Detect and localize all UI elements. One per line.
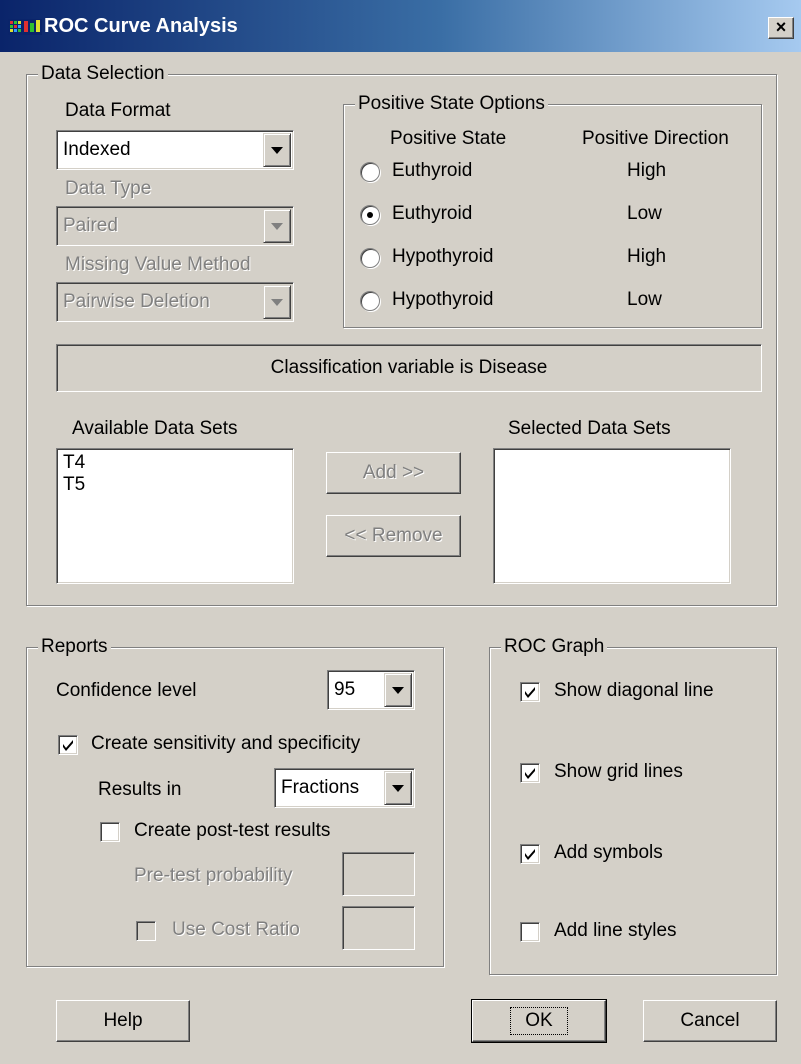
missing-value-label: Missing Value Method bbox=[65, 254, 251, 275]
window-title: ROC Curve Analysis bbox=[44, 15, 238, 37]
radio-label-state[interactable]: Hypothyroid bbox=[392, 246, 493, 268]
data-format-combo[interactable]: Indexed bbox=[56, 130, 294, 170]
create-post-test-label[interactable]: Create post-test results bbox=[134, 820, 330, 842]
radio-label-state[interactable]: Euthyroid bbox=[392, 160, 472, 182]
list-item[interactable]: T4 bbox=[63, 452, 85, 474]
remove-button[interactable]: << Remove bbox=[326, 515, 461, 557]
radio-label-direction: High bbox=[627, 160, 667, 181]
help-button-label: Help bbox=[103, 1010, 143, 1031]
radio-hypothyroid-high[interactable] bbox=[360, 248, 380, 268]
results-in-combo[interactable]: Fractions bbox=[274, 768, 415, 808]
radio-label-direction: Low bbox=[627, 289, 662, 310]
confidence-level-combo[interactable]: 95 bbox=[327, 670, 415, 710]
radio-label-state[interactable]: Hypothyroid bbox=[392, 289, 493, 311]
selected-data-sets-label: Selected Data Sets bbox=[508, 418, 671, 439]
positive-state-header: Positive State bbox=[390, 128, 507, 149]
radio-euthyroid-low[interactable] bbox=[360, 205, 380, 225]
title-bar: ROC Curve Analysis × bbox=[0, 0, 801, 52]
confidence-level-label: Confidence level bbox=[56, 680, 197, 701]
show-diagonal-checkbox[interactable] bbox=[520, 682, 540, 702]
data-type-label: Data Type bbox=[65, 178, 152, 199]
radio-hypothyroid-low[interactable] bbox=[360, 291, 380, 311]
radio-label-state[interactable]: Euthyroid bbox=[392, 203, 472, 225]
use-cost-ratio-checkbox bbox=[136, 921, 156, 941]
confidence-dropdown-button[interactable] bbox=[384, 673, 412, 707]
add-line-styles-label[interactable]: Add line styles bbox=[554, 920, 677, 942]
dropdown-arrow-icon bbox=[271, 223, 283, 230]
add-line-styles-checkbox[interactable] bbox=[520, 922, 540, 942]
data-type-dropdown-button bbox=[263, 209, 291, 243]
dropdown-arrow-icon bbox=[392, 785, 404, 792]
checkmark-icon bbox=[525, 687, 535, 698]
close-icon: × bbox=[775, 17, 787, 37]
show-grid-label[interactable]: Show grid lines bbox=[554, 761, 683, 783]
create-sens-spec-label[interactable]: Create sensitivity and specificity bbox=[91, 733, 360, 755]
radio-dot-icon bbox=[367, 212, 373, 218]
checkmark-icon bbox=[63, 740, 73, 751]
confidence-level-value: 95 bbox=[334, 679, 356, 700]
radio-euthyroid-high[interactable] bbox=[360, 162, 380, 182]
add-button[interactable]: Add >> bbox=[326, 452, 461, 494]
missing-value-value: Pairwise Deletion bbox=[63, 291, 210, 312]
dropdown-arrow-icon bbox=[392, 687, 404, 694]
dropdown-arrow-icon bbox=[271, 147, 283, 154]
pretest-probability-field bbox=[342, 852, 415, 896]
results-in-dropdown-button[interactable] bbox=[384, 771, 412, 805]
cancel-button-label: Cancel bbox=[680, 1010, 740, 1031]
data-format-label: Data Format bbox=[65, 100, 171, 121]
close-button[interactable]: × bbox=[768, 17, 794, 39]
checkmark-icon bbox=[525, 849, 535, 860]
data-type-combo: Paired bbox=[56, 206, 294, 246]
classification-text: Classification variable is Disease bbox=[270, 357, 548, 378]
cancel-button[interactable]: Cancel bbox=[643, 1000, 777, 1042]
pretest-probability-label: Pre-test probability bbox=[134, 865, 293, 886]
positive-direction-header: Positive Direction bbox=[582, 128, 729, 149]
create-sens-spec-checkbox[interactable] bbox=[58, 735, 78, 755]
data-format-value: Indexed bbox=[63, 139, 131, 160]
data-selection-legend: Data Selection bbox=[38, 63, 168, 85]
add-symbols-checkbox[interactable] bbox=[520, 844, 540, 864]
radio-label-direction: Low bbox=[627, 203, 662, 224]
available-data-sets-list[interactable]: T4 T5 bbox=[56, 448, 294, 584]
list-item[interactable]: T5 bbox=[63, 474, 85, 496]
data-type-value: Paired bbox=[63, 215, 118, 236]
checkmark-icon bbox=[525, 768, 535, 779]
add-button-label: Add >> bbox=[362, 462, 425, 483]
classification-panel: Classification variable is Disease bbox=[56, 344, 762, 392]
cost-ratio-field bbox=[342, 906, 415, 950]
results-in-label: Results in bbox=[98, 779, 182, 800]
data-format-dropdown-button[interactable] bbox=[263, 133, 291, 167]
selected-data-sets-list[interactable] bbox=[493, 448, 731, 584]
missing-value-dropdown-button bbox=[263, 285, 291, 319]
ok-button-label: OK bbox=[510, 1007, 568, 1035]
help-button[interactable]: Help bbox=[56, 1000, 190, 1042]
available-data-sets-label: Available Data Sets bbox=[72, 418, 238, 439]
ok-button[interactable]: OK bbox=[471, 999, 607, 1043]
radio-label-direction: High bbox=[627, 246, 667, 267]
missing-value-combo: Pairwise Deletion bbox=[56, 282, 294, 322]
remove-button-label: << Remove bbox=[344, 525, 443, 546]
create-post-test-checkbox[interactable] bbox=[100, 822, 120, 842]
dropdown-arrow-icon bbox=[271, 299, 283, 306]
use-cost-ratio-label: Use Cost Ratio bbox=[172, 919, 300, 940]
add-symbols-label[interactable]: Add symbols bbox=[554, 842, 663, 864]
results-in-value: Fractions bbox=[281, 777, 360, 798]
show-grid-checkbox[interactable] bbox=[520, 763, 540, 783]
show-diagonal-label[interactable]: Show diagonal line bbox=[554, 680, 714, 702]
reports-legend: Reports bbox=[38, 636, 111, 658]
roc-graph-legend: ROC Graph bbox=[501, 636, 608, 658]
positive-state-options-legend: Positive State Options bbox=[355, 93, 548, 115]
app-icon bbox=[8, 19, 42, 35]
